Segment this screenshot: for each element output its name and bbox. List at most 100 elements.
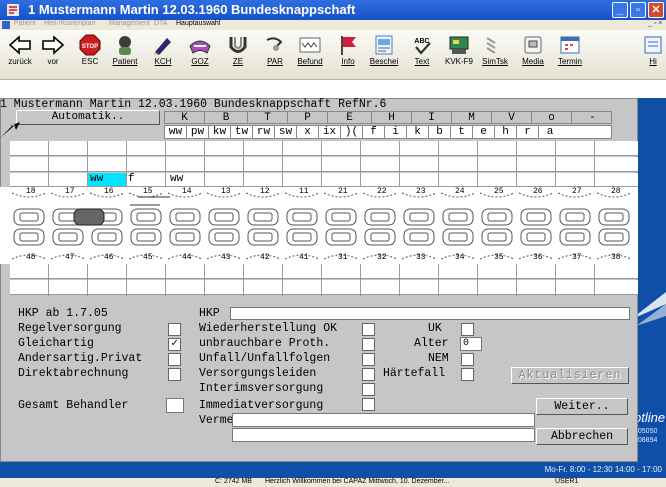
tooth-upper[interactable]	[520, 208, 552, 226]
simtsk-button[interactable]: SimTsk	[477, 32, 513, 78]
befund-button[interactable]: Befund	[292, 32, 328, 78]
key-h[interactable]: H	[372, 112, 412, 124]
plan-cell-16[interactable]: ww	[90, 173, 103, 185]
subkey-i[interactable]: i	[385, 126, 407, 138]
automatik-button[interactable]: Automatik..	[16, 110, 160, 125]
checkbox-wiederherstellung[interactable]	[362, 323, 375, 336]
subkey-e[interactable]: e	[473, 126, 495, 138]
kvk-button[interactable]: KVK-F9	[441, 32, 477, 78]
tooth-upper[interactable]	[286, 208, 318, 226]
subkey-ix[interactable]: ix	[319, 126, 341, 138]
menu-patient[interactable]: Patient	[14, 20, 36, 27]
minimize-button[interactable]: _	[612, 2, 628, 18]
key-e[interactable]: E	[328, 112, 372, 124]
forward-button[interactable]: vor	[35, 32, 71, 78]
close-button[interactable]: ✕	[648, 2, 664, 18]
par-button[interactable]: PAR	[257, 32, 293, 78]
subkey-rw[interactable]: rw	[253, 126, 275, 138]
tooth-lower[interactable]	[481, 228, 513, 246]
grid-row[interactable]	[10, 157, 638, 172]
tooth-upper[interactable]	[247, 208, 279, 226]
key-o[interactable]: o	[532, 112, 572, 124]
tooth-lower[interactable]	[403, 228, 435, 246]
subkey-gap[interactable]: )(	[341, 126, 363, 138]
tooth-lower[interactable]	[559, 228, 591, 246]
subkey-k[interactable]: k	[407, 126, 429, 138]
tooth-upper[interactable]	[559, 208, 591, 226]
tooth-upper[interactable]	[481, 208, 513, 226]
subkey-tw[interactable]: tw	[231, 126, 253, 138]
checkbox-nem[interactable]	[461, 353, 474, 366]
tooth-lower[interactable]	[208, 228, 240, 246]
tooth-upper[interactable]	[208, 208, 240, 226]
plan-cell-15[interactable]: f	[128, 173, 135, 185]
weiter-button[interactable]: Weiter..	[536, 398, 628, 415]
hkp-field[interactable]	[230, 307, 630, 320]
subkey-b[interactable]: b	[429, 126, 451, 138]
ze-button[interactable]: ZE	[220, 32, 256, 78]
key-i[interactable]: I	[412, 112, 452, 124]
subkey-ww[interactable]: ww	[165, 126, 187, 138]
key-t[interactable]: T	[248, 112, 288, 124]
maximize-button[interactable]: ▫	[630, 2, 646, 18]
tooth-lower[interactable]	[169, 228, 201, 246]
tooth-upper[interactable]	[325, 208, 357, 226]
subkey-r[interactable]: r	[517, 126, 539, 138]
checkbox-regelversorgung[interactable]	[168, 323, 181, 336]
tooth-lower[interactable]	[247, 228, 279, 246]
aktualisieren-button[interactable]: Aktualisieren	[511, 367, 629, 384]
patient-button[interactable]: Patient	[107, 32, 143, 78]
media-button[interactable]: Media	[515, 32, 551, 78]
tooth-lower[interactable]	[364, 228, 396, 246]
tooth-upper[interactable]	[442, 208, 474, 226]
menu-management[interactable]: Management	[109, 20, 150, 27]
checkbox-andersartig[interactable]	[168, 353, 181, 366]
gesamt-behandler-field[interactable]	[166, 398, 184, 413]
tooth-lower[interactable]	[325, 228, 357, 246]
checkbox-uk[interactable]	[461, 323, 474, 336]
tooth-lower[interactable]	[130, 228, 162, 246]
alter-field[interactable]: 0	[460, 337, 482, 351]
checkbox-gleichartig[interactable]: ✓	[168, 338, 181, 351]
checkbox-interimsversorgung[interactable]	[362, 383, 375, 396]
key-p[interactable]: P	[288, 112, 328, 124]
key-b[interactable]: B	[205, 112, 248, 124]
checkbox-versorgungsleiden[interactable]	[362, 368, 375, 381]
subkey-t[interactable]: t	[451, 126, 473, 138]
tooth-lower[interactable]	[598, 228, 630, 246]
help-button[interactable]: Hi	[640, 32, 666, 78]
termin-button[interactable]: Termin	[552, 32, 588, 78]
checkbox-haertefall[interactable]	[461, 368, 474, 381]
menu-heil-kostenplan[interactable]: Heil-/Kostenplan	[44, 20, 95, 27]
subkey-h[interactable]: h	[495, 126, 517, 138]
vermerk-field-2[interactable]	[232, 428, 535, 442]
plan-cell-14[interactable]: ww	[170, 173, 183, 185]
esc-button[interactable]: STOP ESC	[72, 32, 108, 78]
menu-hauptauswahl[interactable]: Hauptauswahl	[176, 20, 220, 27]
tooth-lower[interactable]	[52, 228, 84, 246]
tooth-upper[interactable]	[130, 208, 162, 226]
checkbox-unbrauchbare-proth[interactable]	[362, 338, 375, 351]
back-button[interactable]: zurück	[2, 32, 38, 78]
grid-row[interactable]	[10, 141, 638, 156]
subkey-sw[interactable]: sw	[275, 126, 297, 138]
bridge-pontic[interactable]	[73, 208, 105, 226]
bescheid-button[interactable]: Beschei	[366, 32, 402, 78]
checkbox-unfall[interactable]	[362, 353, 375, 366]
tooth-upper[interactable]	[169, 208, 201, 226]
tooth-upper[interactable]	[598, 208, 630, 226]
key-m[interactable]: M	[452, 112, 492, 124]
subkey-f[interactable]: f	[363, 126, 385, 138]
tooth-lower[interactable]	[91, 228, 123, 246]
menu-window-controls[interactable]: _ ▫ ×	[648, 20, 662, 27]
menu-dta[interactable]: DTA	[154, 20, 167, 27]
info-button[interactable]: Info	[330, 32, 366, 78]
tooth-lower[interactable]	[286, 228, 318, 246]
subkey-kw[interactable]: kw	[209, 126, 231, 138]
key-k[interactable]: K	[165, 112, 205, 124]
subkey-pw[interactable]: pw	[187, 126, 209, 138]
abbrechen-button[interactable]: Abbrechen	[536, 428, 628, 445]
tooth-lower[interactable]	[13, 228, 45, 246]
vermerk-field-1[interactable]	[232, 413, 535, 427]
key-dash[interactable]: -	[572, 112, 613, 124]
